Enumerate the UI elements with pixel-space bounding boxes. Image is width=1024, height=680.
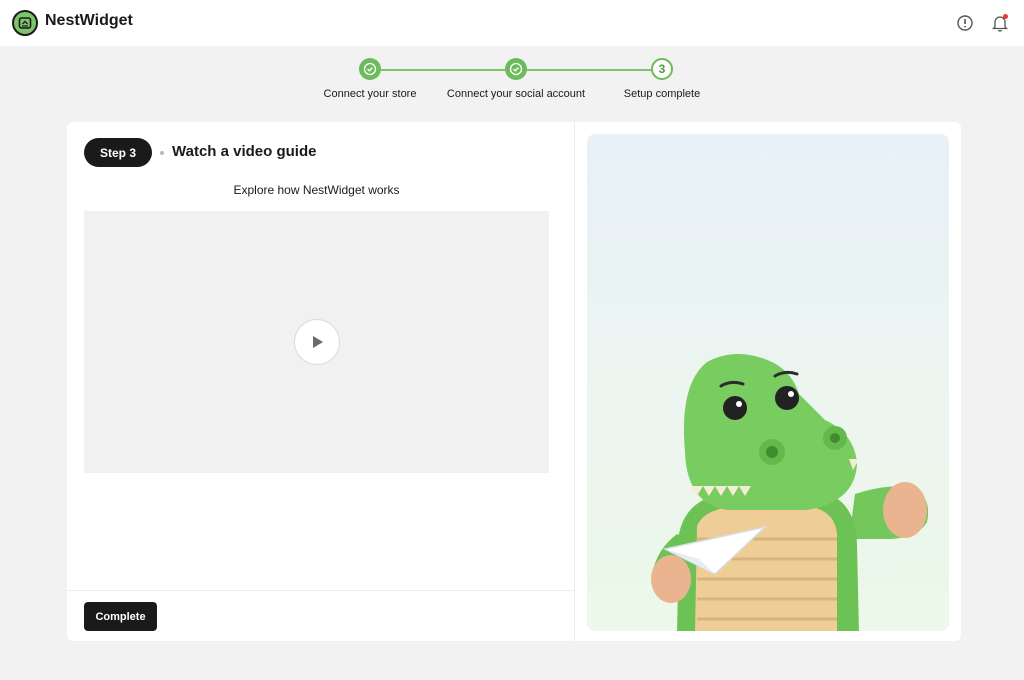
panel-divider bbox=[574, 122, 575, 641]
play-icon[interactable] bbox=[294, 319, 340, 365]
notification-badge bbox=[1003, 14, 1008, 19]
footer-divider bbox=[67, 590, 574, 591]
step-3-label: Setup complete bbox=[623, 88, 701, 100]
card-title: Watch a video guide bbox=[172, 143, 317, 160]
step-3-number: 3 bbox=[651, 58, 673, 80]
mascot-illustration bbox=[587, 134, 949, 631]
top-bar: NestWidget bbox=[0, 0, 1024, 46]
step-1-check-icon bbox=[359, 58, 381, 80]
step-2-check-icon bbox=[505, 58, 527, 80]
video-subtitle: Explore how NestWidget works bbox=[233, 183, 400, 197]
nestwidget-logo-icon[interactable] bbox=[12, 10, 38, 36]
step-1-label: Connect your store bbox=[323, 88, 417, 100]
step-connector bbox=[527, 69, 651, 71]
setup-card: Step 3 Watch a video guide Explore how N… bbox=[67, 122, 961, 641]
video-player[interactable] bbox=[84, 211, 549, 473]
complete-button[interactable]: Complete bbox=[84, 602, 157, 631]
step-connector bbox=[381, 69, 505, 71]
bell-icon[interactable] bbox=[990, 13, 1010, 33]
separator-dot bbox=[160, 151, 164, 155]
brand-name: NestWidget bbox=[45, 12, 133, 29]
crocodile-mascot-image bbox=[651, 354, 929, 631]
step-2-label: Connect your social account bbox=[446, 88, 586, 100]
info-icon[interactable] bbox=[955, 13, 975, 33]
step-pill: Step 3 bbox=[84, 138, 152, 167]
setup-stepper: 3 Connect your store Connect your social… bbox=[0, 58, 1024, 108]
